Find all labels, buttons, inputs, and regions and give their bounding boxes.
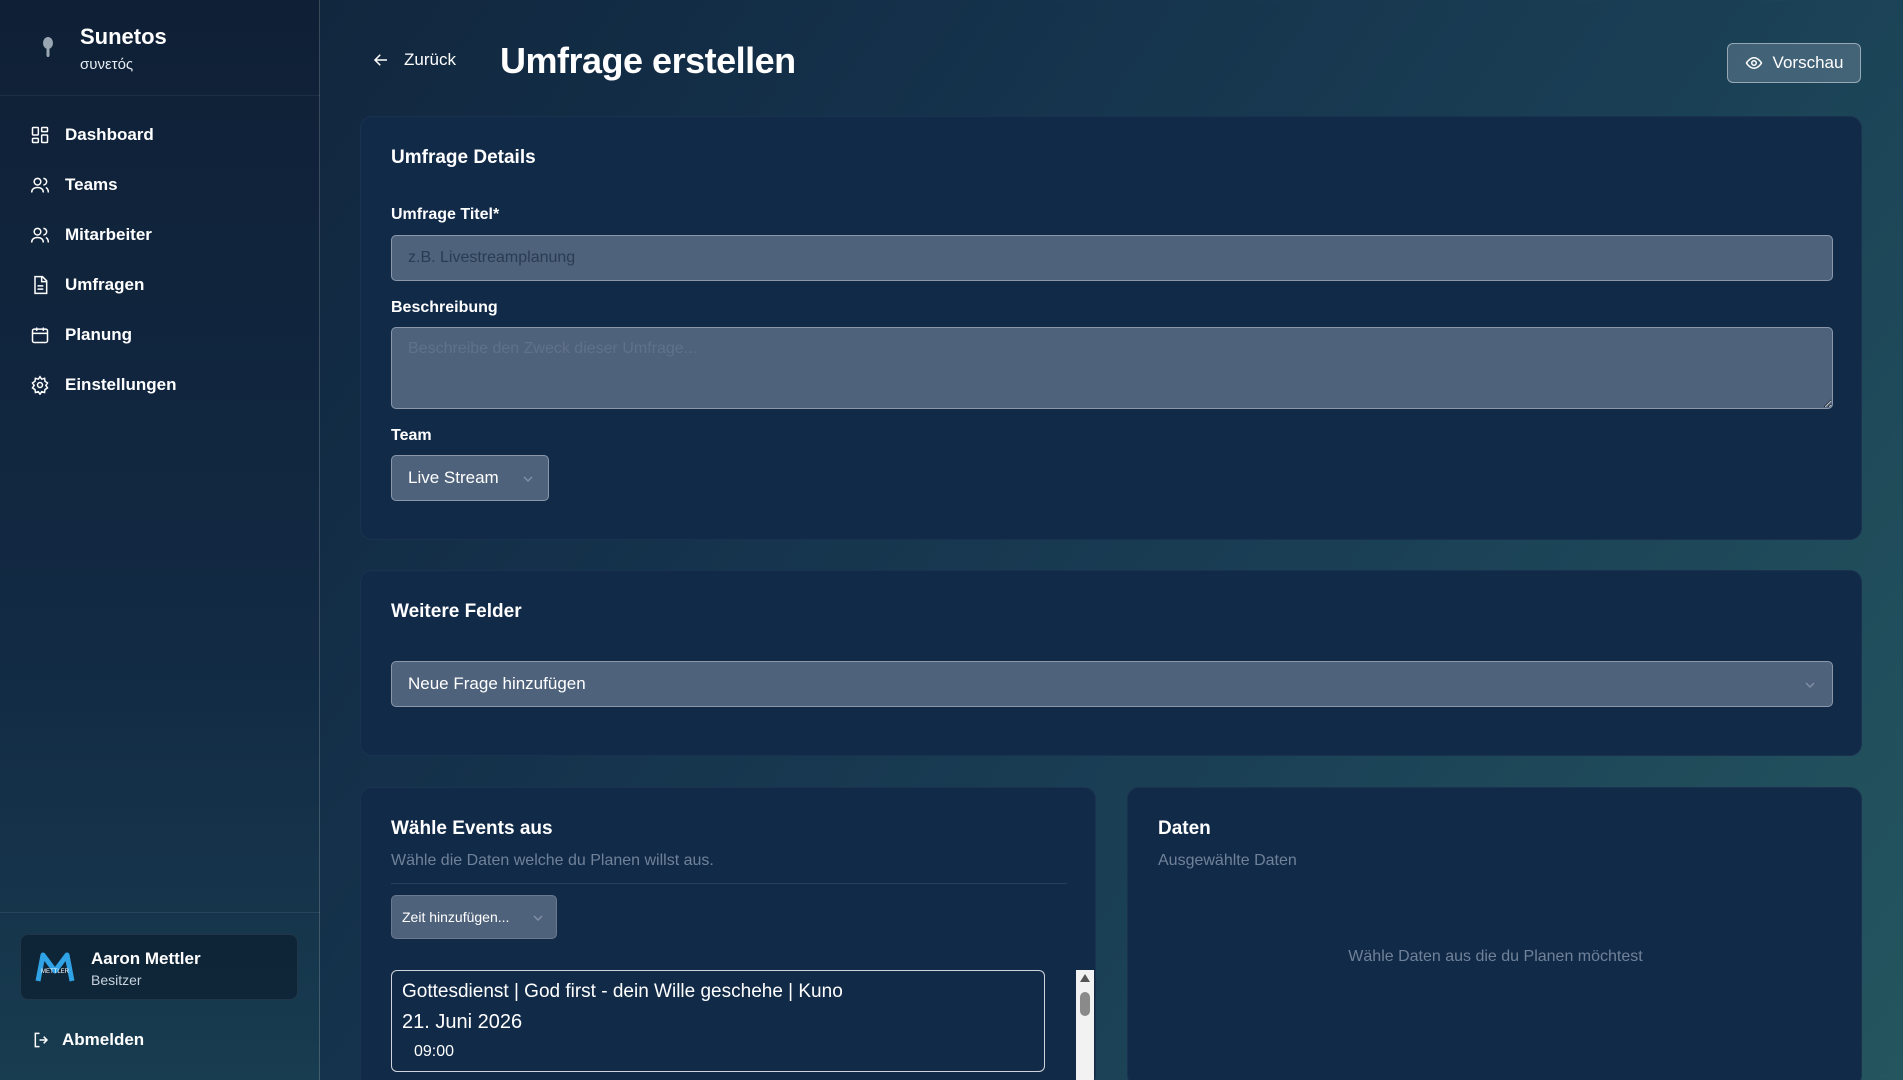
sidebar-item-label: Umfragen: [65, 275, 145, 294]
avatar-text: METTLER: [41, 969, 70, 975]
dates-subtitle: Ausgewählte Daten: [1158, 852, 1297, 869]
user-card[interactable]: METTLER Aaron Mettler Besitzer: [20, 934, 298, 1000]
chevron-down-icon: [523, 476, 533, 483]
description-label: Beschreibung: [391, 299, 498, 316]
page-title: Umfrage erstellen: [500, 40, 796, 81]
logout-label: Abmelden: [62, 1030, 145, 1049]
sidebar-item-label: Dashboard: [65, 125, 154, 144]
team-select[interactable]: Live Stream: [391, 455, 549, 501]
add-question-select[interactable]: Neue Frage hinzufügen: [391, 661, 1833, 707]
divider: [391, 883, 1067, 884]
eye-icon: [1745, 56, 1762, 70]
users-icon: [30, 227, 50, 243]
title-label: Umfrage Titel*: [391, 206, 500, 223]
additional-fields-card: Weitere Felder Neue Frage hinzufügen: [360, 570, 1862, 756]
dates-card: Daten Ausgewählte Daten Wähle Daten aus …: [1127, 787, 1862, 1080]
calendar-icon: [31, 327, 49, 344]
brand-name: Sunetos: [80, 24, 167, 49]
event-time: 09:00: [414, 1043, 455, 1060]
sidebar-item-mitarbeiter[interactable]: Mitarbeiter: [0, 210, 320, 260]
add-question-label: Neue Frage hinzufügen: [408, 674, 586, 693]
chevron-down-icon: [533, 915, 543, 922]
sidebar-divider: [0, 912, 320, 913]
survey-title-input[interactable]: [391, 235, 1833, 281]
logout-button[interactable]: Abmelden: [32, 1030, 144, 1050]
preview-label: Vorschau: [1772, 53, 1844, 72]
dates-empty-message: Wähle Daten aus die du Planen möchtest: [1348, 948, 1643, 965]
sidebar: Sunetos συνετός Dashboard Teams Mitarbei…: [0, 0, 320, 1080]
scroll-up-icon[interactable]: [1080, 974, 1090, 982]
user-name: Aaron Mettler: [91, 949, 201, 968]
sidebar-item-einstellungen[interactable]: Einstellungen: [0, 360, 320, 410]
chevron-down-icon: [1805, 682, 1815, 689]
event-item[interactable]: Gottesdienst | God first - dein Wille ge…: [391, 970, 1045, 1072]
avatar: METTLER: [35, 952, 75, 982]
events-subtitle: Wähle die Daten welche du Planen willst …: [391, 852, 714, 869]
sidebar-item-label: Teams: [65, 175, 118, 194]
sidebar-item-umfragen[interactable]: Umfragen: [0, 260, 320, 310]
document-icon: [34, 275, 48, 295]
description-textarea[interactable]: [391, 327, 1833, 409]
users-icon: [30, 177, 50, 193]
event-date: 21. Juni 2026: [402, 1011, 523, 1033]
logo-icon: [43, 37, 53, 57]
survey-details-card: Umfrage Details Umfrage Titel* Beschreib…: [360, 116, 1862, 540]
sidebar-item-label: Mitarbeiter: [65, 225, 152, 244]
card-title: Wähle Events aus: [391, 818, 553, 839]
sidebar-item-planung[interactable]: Planung: [0, 310, 320, 360]
sidebar-item-label: Planung: [65, 325, 133, 344]
event-title: Gottesdienst | God first - dein Wille ge…: [402, 981, 843, 1002]
events-scrollbar[interactable]: [1076, 970, 1094, 1080]
back-label: Zurück: [404, 50, 456, 69]
sidebar-item-label: Einstellungen: [65, 375, 177, 394]
team-select-value: Live Stream: [408, 468, 499, 487]
card-title: Umfrage Details: [391, 147, 536, 168]
preview-button[interactable]: Vorschau: [1727, 43, 1861, 83]
arrow-left-icon: [373, 54, 387, 66]
card-title: Daten: [1158, 818, 1211, 839]
sidebar-item-teams[interactable]: Teams: [0, 160, 320, 210]
brand-subtitle: συνετός: [80, 56, 134, 73]
add-time-select[interactable]: Zeit hinzufügen...: [391, 895, 557, 939]
sidebar-item-dashboard[interactable]: Dashboard: [0, 110, 320, 160]
team-label: Team: [391, 427, 432, 444]
card-title: Weitere Felder: [391, 601, 522, 622]
brand: Sunetos συνετός: [0, 0, 320, 96]
scroll-thumb[interactable]: [1080, 992, 1090, 1016]
add-time-label: Zeit hinzufügen...: [402, 909, 510, 925]
back-button[interactable]: Zurück: [372, 50, 456, 70]
sidebar-nav: Dashboard Teams Mitarbeiter Umfragen Pla…: [0, 110, 320, 410]
user-role: Besitzer: [91, 972, 142, 988]
dashboard-icon: [31, 126, 49, 144]
events-card: Wähle Events aus Wähle die Daten welche …: [360, 787, 1096, 1080]
gear-icon: [31, 375, 49, 395]
logout-icon: [34, 1032, 49, 1048]
